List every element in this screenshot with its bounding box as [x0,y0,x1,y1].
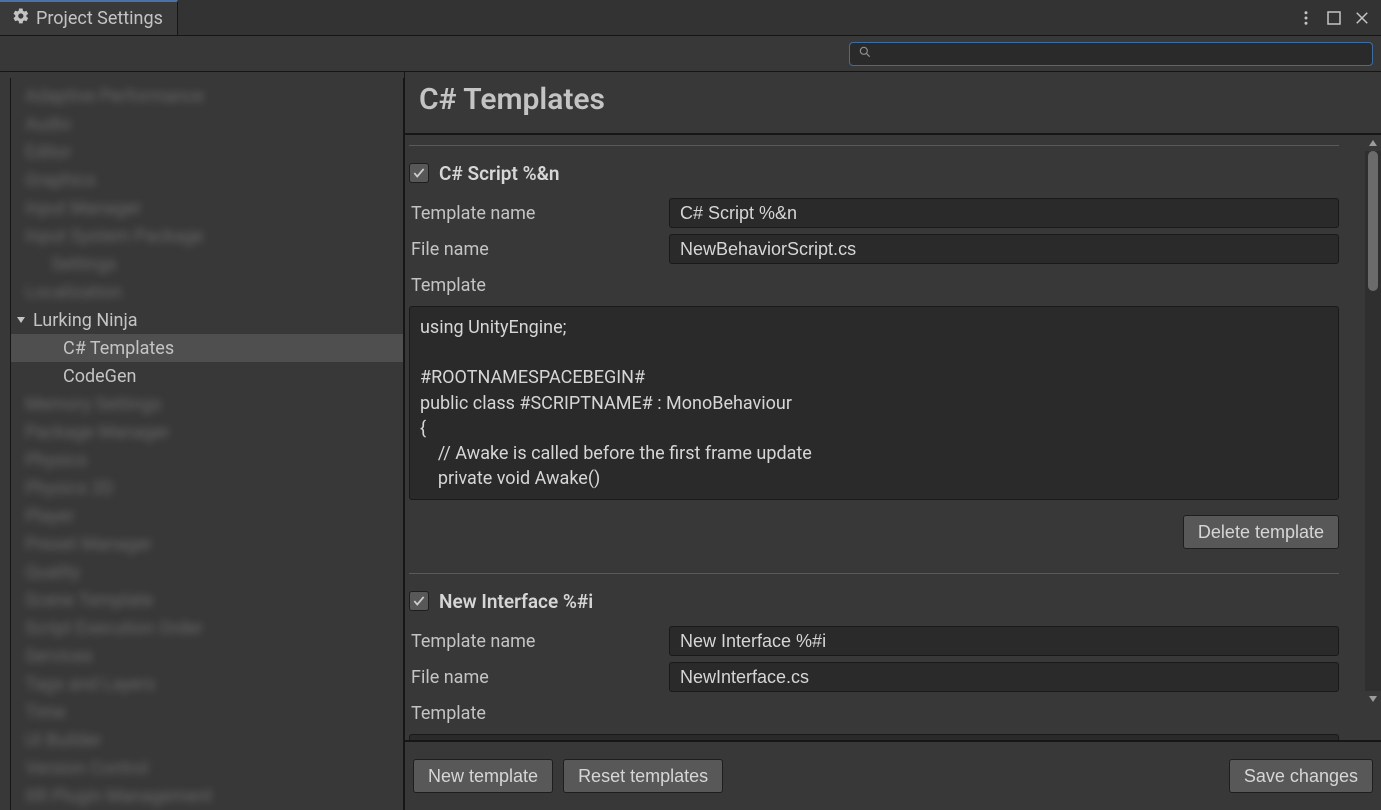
sidebar-item[interactable]: XR Plugin Management [11,782,403,810]
scrollbar-thumb[interactable] [1368,151,1378,291]
sidebar-item-csharp-templates[interactable]: C# Templates [11,334,403,362]
sidebar-item[interactable]: Localization [11,278,403,306]
sidebar-item[interactable]: UI Builder [11,726,403,754]
gear-icon [12,7,30,30]
sidebar-item[interactable]: Tags and Layers [11,670,403,698]
sidebar-item-codegen[interactable]: CodeGen [11,362,403,390]
tabbar: Project Settings [0,0,1381,36]
field-label-file-name: File name [409,239,669,260]
sidebar-item[interactable]: Physics 2D [11,474,403,502]
chevron-down-icon [15,310,27,331]
close-icon[interactable] [1353,9,1371,27]
reset-templates-button[interactable]: Reset templates [563,759,723,793]
template-title: C# Script %&n [439,162,560,185]
maximize-icon[interactable] [1325,9,1343,27]
sidebar: Adaptive Performance Audio Editor Graphi… [0,72,405,810]
template-block: New Interface %#i Template name File nam… [405,563,1343,740]
sidebar-item[interactable]: Preset Manager [11,530,403,558]
field-label-template-name: Template name [409,631,669,652]
sidebar-item[interactable]: Version Control [11,754,403,782]
sidebar-item[interactable]: Package Manager [11,418,403,446]
scroll-down-icon[interactable] [1365,691,1381,707]
template-block: C# Script %&n Template name File name Te… [405,135,1343,549]
page-title: C# Templates [405,72,1381,127]
content-pane: C# Templates C# Script %&n Template name [405,72,1381,810]
field-label-template: Template [409,275,669,296]
sidebar-item[interactable]: Input Manager [11,194,403,222]
save-changes-button[interactable]: Save changes [1229,759,1373,793]
sidebar-parent-lurking-ninja[interactable]: Lurking Ninja [11,306,403,334]
file-name-input[interactable] [669,234,1339,264]
footer: New template Reset templates Save change… [405,740,1381,810]
search-field[interactable] [849,42,1373,66]
new-template-button[interactable]: New template [413,759,553,793]
sidebar-item[interactable]: Settings [11,250,403,278]
sidebar-item[interactable]: Physics [11,446,403,474]
template-name-input[interactable] [669,626,1339,656]
sidebar-item-label: Lurking Ninja [33,310,138,331]
template-name-input[interactable] [669,198,1339,228]
tab-project-settings[interactable]: Project Settings [0,0,178,35]
sidebar-item[interactable]: Input System Package [11,222,403,250]
field-label-template: Template [409,703,669,724]
enable-checkbox[interactable] [409,591,429,611]
vertical-scrollbar[interactable] [1365,135,1381,740]
template-code-input[interactable] [409,306,1339,500]
sidebar-item[interactable]: Editor [11,138,403,166]
toolbar [0,36,1381,72]
sidebar-item[interactable]: Adaptive Performance [11,82,403,110]
sidebar-item[interactable]: Services [11,642,403,670]
field-label-template-name: Template name [409,203,669,224]
sidebar-item[interactable]: Audio [11,110,403,138]
file-name-input[interactable] [669,662,1339,692]
sidebar-item[interactable]: Memory Settings [11,390,403,418]
scroll-up-icon[interactable] [1365,135,1381,151]
overflow-icon[interactable] [1297,9,1315,27]
search-icon [858,43,872,64]
sidebar-item[interactable]: Graphics [11,166,403,194]
sidebar-item[interactable]: Quality [11,558,403,586]
sidebar-item[interactable]: Time [11,698,403,726]
template-title: New Interface %#i [439,590,593,613]
sidebar-item-label: C# Templates [63,338,174,359]
field-label-file-name: File name [409,667,669,688]
sidebar-item[interactable]: Script Execution Order [11,614,403,642]
search-input[interactable] [878,46,1364,62]
enable-checkbox[interactable] [409,163,429,183]
sidebar-item[interactable]: Scene Template [11,586,403,614]
sidebar-item[interactable]: Player [11,502,403,530]
sidebar-item-label: CodeGen [63,366,136,387]
tab-title: Project Settings [36,8,163,29]
delete-template-button[interactable]: Delete template [1183,515,1339,549]
